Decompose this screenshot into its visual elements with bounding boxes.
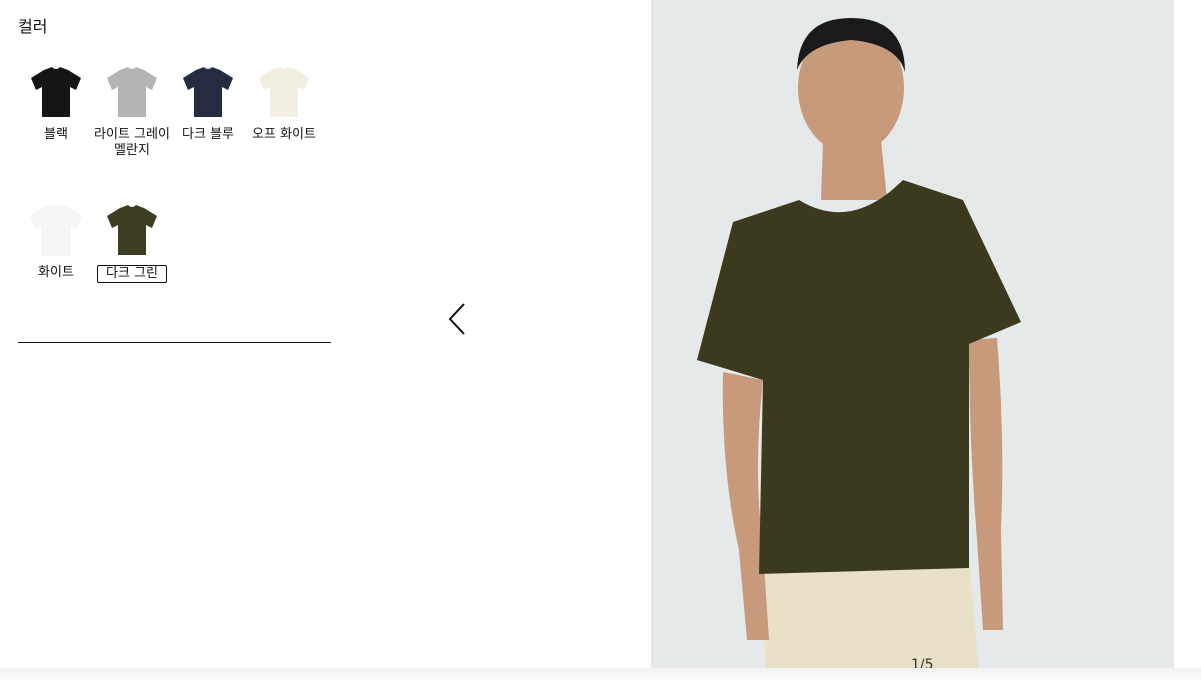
tshirt-icon — [30, 204, 82, 256]
tshirt-icon — [107, 67, 157, 117]
swatch-label: 오프 화이트 — [252, 127, 316, 142]
swatch-grid: 블랙 라이트 그레이 멜란지 다크 블루 오프 화이트 화이트 다크 그린 — [18, 37, 331, 343]
swatch-dark-green[interactable]: 다크 그린 — [94, 200, 170, 283]
color-selector: 컬러 블랙 라이트 그레이 멜란지 다크 블루 오프 화이트 화이트 다크 그린 — [18, 17, 331, 343]
swatch-label: 다크 블루 — [182, 127, 234, 142]
chevron-left-icon — [448, 303, 465, 335]
swatch-white[interactable]: 화이트 — [18, 200, 94, 281]
product-page: 컬러 블랙 라이트 그레이 멜란지 다크 블루 오프 화이트 화이트 다크 그린… — [0, 0, 1201, 682]
gallery-prev-button[interactable] — [444, 301, 474, 337]
bottom-shadow — [0, 668, 1201, 682]
swatch-label: 블랙 — [44, 127, 68, 142]
color-section-title: 컬러 — [18, 17, 48, 36]
swatch-label-selected: 다크 그린 — [97, 265, 167, 283]
page-margin — [1174, 0, 1201, 670]
tshirt-icon — [31, 67, 81, 117]
swatch-label: 화이트 — [38, 265, 74, 280]
model-photo — [651, 0, 1174, 670]
swatch-dark-blue[interactable]: 다크 블루 — [170, 62, 246, 143]
swatch-label: 라이트 그레이 멜란지 — [94, 127, 170, 158]
swatch-off-white[interactable]: 오프 화이트 — [246, 62, 322, 143]
section-divider — [18, 342, 331, 343]
product-photo[interactable] — [651, 0, 1174, 670]
swatch-light-grey-melange[interactable]: 라이트 그레이 멜란지 — [94, 62, 170, 159]
swatch-black[interactable]: 블랙 — [18, 62, 94, 143]
tshirt-icon — [183, 67, 233, 117]
tshirt-icon — [107, 205, 157, 255]
tshirt-icon — [259, 67, 309, 117]
